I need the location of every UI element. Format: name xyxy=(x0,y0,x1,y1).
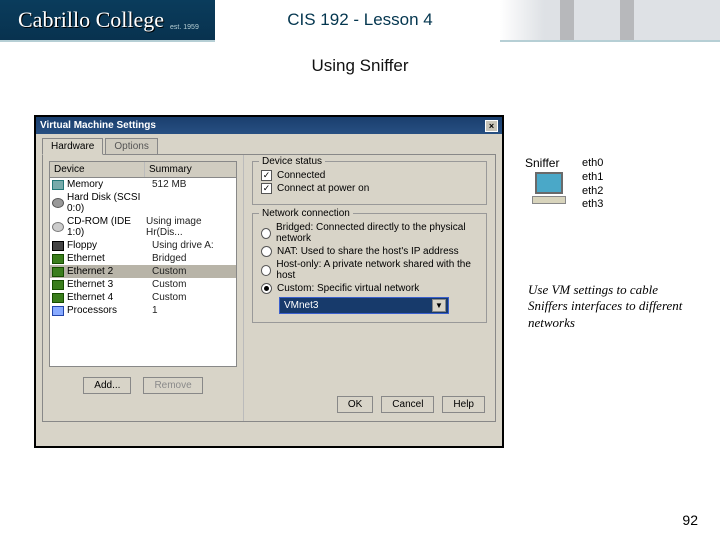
device-summary: Using drive A: xyxy=(152,240,214,251)
floppy-icon xyxy=(52,241,64,251)
page-number: 92 xyxy=(682,512,698,528)
device-list-pane: Device Summary Memory 512 MB Hard Disk (… xyxy=(43,155,243,421)
network-connection-group: Network connection Bridged: Connected di… xyxy=(252,213,487,323)
connected-label: Connected xyxy=(277,170,325,181)
instruction-note: Use VM settings to cable Sniffers interf… xyxy=(528,282,698,331)
logo-text: Cabrillo College xyxy=(18,7,164,33)
device-name: Ethernet 2 xyxy=(67,266,149,277)
add-button[interactable]: Add... xyxy=(83,377,131,394)
radio-hostonly[interactable] xyxy=(261,265,271,276)
table-row[interactable]: Hard Disk (SCSI 0:0) xyxy=(50,191,236,215)
course-title: CIS 192 - Lesson 4 xyxy=(287,10,433,30)
section-title: Using Sniffer xyxy=(0,56,720,76)
table-row[interactable]: Ethernet 4 Custom xyxy=(50,291,236,304)
cancel-button[interactable]: Cancel xyxy=(381,396,434,413)
device-name: Ethernet 3 xyxy=(67,279,149,290)
eth-item: eth1 xyxy=(582,171,603,185)
eth-item: eth0 xyxy=(582,157,603,171)
connect-poweron-label: Connect at power on xyxy=(277,183,369,194)
remove-button[interactable]: Remove xyxy=(143,377,202,394)
table-row[interactable]: CD-ROM (IDE 1:0) Using image Hr(Dis... xyxy=(50,215,236,239)
device-name: Ethernet 4 xyxy=(67,292,149,303)
col-summary: Summary xyxy=(145,162,236,177)
logo: Cabrillo College est. 1959 xyxy=(0,0,215,42)
device-summary: 512 MB xyxy=(152,179,186,190)
network-connection-title: Network connection xyxy=(259,208,353,219)
tab-options[interactable]: Options xyxy=(105,138,157,154)
device-name: Memory xyxy=(67,179,149,190)
radio-nat[interactable] xyxy=(261,246,272,257)
radio-custom[interactable] xyxy=(261,283,272,294)
network-icon xyxy=(52,254,64,264)
device-summary: Bridged xyxy=(152,253,186,264)
col-device: Device xyxy=(50,162,145,177)
radio-nat-label: NAT: Used to share the host's IP address xyxy=(277,246,459,257)
network-icon xyxy=(52,267,64,277)
logo-sub: est. 1959 xyxy=(170,24,199,31)
table-row[interactable]: Ethernet 3 Custom xyxy=(50,278,236,291)
memory-icon xyxy=(52,180,64,190)
header-photo xyxy=(500,0,720,42)
device-name: Hard Disk (SCSI 0:0) xyxy=(67,192,149,214)
sniffer-label: Sniffer xyxy=(525,156,559,170)
device-status-group: Device status ✓ Connected ✓ Connect at p… xyxy=(252,161,487,205)
computer-icon xyxy=(530,172,568,208)
combo-value: VMnet3 xyxy=(284,300,318,311)
connect-poweron-checkbox[interactable]: ✓ xyxy=(261,183,272,194)
close-icon[interactable]: × xyxy=(485,120,498,132)
connected-checkbox[interactable]: ✓ xyxy=(261,170,272,181)
cd-icon xyxy=(52,222,64,232)
radio-bridged-label: Bridged: Connected directly to the physi… xyxy=(276,222,478,244)
radio-hostonly-label: Host-only: A private network shared with… xyxy=(276,259,478,281)
virtual-network-combo[interactable]: VMnet3 ▼ xyxy=(279,297,449,314)
device-name: Ethernet xyxy=(67,253,149,264)
eth-list: eth0 eth1 eth2 eth3 xyxy=(582,157,603,212)
device-detail-pane: Device status ✓ Connected ✓ Connect at p… xyxy=(243,155,495,421)
device-summary: Using image Hr(Dis... xyxy=(146,216,234,238)
table-row[interactable]: Floppy Using drive A: xyxy=(50,239,236,252)
table-row[interactable]: Ethernet Bridged xyxy=(50,252,236,265)
disk-icon xyxy=(52,198,64,208)
tab-hardware[interactable]: Hardware xyxy=(42,138,103,155)
header: Cabrillo College est. 1959 CIS 192 - Les… xyxy=(0,0,720,42)
radio-custom-label: Custom: Specific virtual network xyxy=(277,283,419,294)
table-row[interactable]: Processors 1 xyxy=(50,304,236,317)
ok-button[interactable]: OK xyxy=(337,396,373,413)
tabs: Hardware Options xyxy=(36,134,502,154)
help-button[interactable]: Help xyxy=(442,396,485,413)
dialog-titlebar: Virtual Machine Settings × xyxy=(36,117,502,134)
vm-settings-dialog: Virtual Machine Settings × Hardware Opti… xyxy=(34,115,504,448)
dialog-footer: OK Cancel Help xyxy=(337,396,485,413)
device-summary: 1 xyxy=(152,305,158,316)
table-row[interactable]: Memory 512 MB xyxy=(50,178,236,191)
eth-item: eth3 xyxy=(582,198,603,212)
device-summary: Custom xyxy=(152,279,186,290)
eth-item: eth2 xyxy=(582,185,603,199)
device-name: Processors xyxy=(67,305,149,316)
network-icon xyxy=(52,293,64,303)
device-name: CD-ROM (IDE 1:0) xyxy=(67,216,143,238)
device-status-title: Device status xyxy=(259,156,325,167)
dialog-title-text: Virtual Machine Settings xyxy=(40,120,156,131)
device-summary: Custom xyxy=(152,292,186,303)
table-row[interactable]: Ethernet 2 Custom xyxy=(50,265,236,278)
device-table-body[interactable]: Memory 512 MB Hard Disk (SCSI 0:0) CD-RO… xyxy=(49,178,237,367)
chevron-down-icon[interactable]: ▼ xyxy=(432,299,446,312)
device-table-header: Device Summary xyxy=(49,161,237,178)
cpu-icon xyxy=(52,306,64,316)
network-icon xyxy=(52,280,64,290)
device-name: Floppy xyxy=(67,240,149,251)
device-summary: Custom xyxy=(152,266,186,277)
radio-bridged[interactable] xyxy=(261,228,271,239)
dialog-body: Device Summary Memory 512 MB Hard Disk (… xyxy=(42,154,496,422)
